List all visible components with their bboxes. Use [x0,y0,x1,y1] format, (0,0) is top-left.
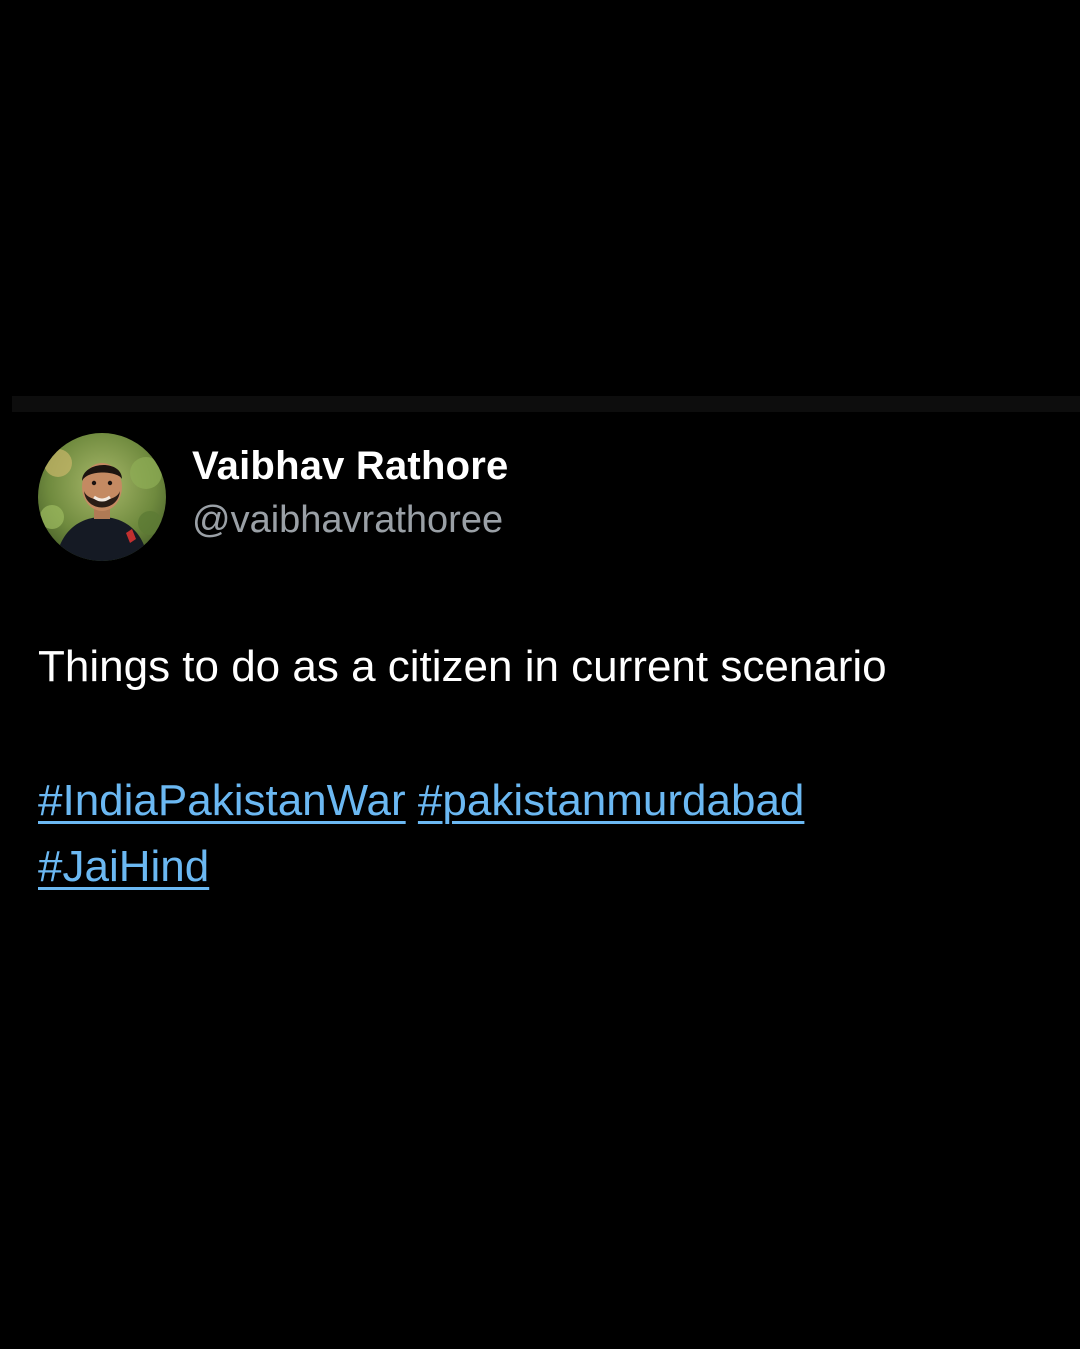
hashtag-link[interactable]: #IndiaPakistanWar [38,776,406,825]
author-names: Vaibhav Rathore @vaibhavrathoree [192,442,508,546]
avatar[interactable] [38,433,166,561]
tweet-header: Vaibhav Rathore @vaibhavrathoree [38,432,1038,562]
hashtag-link[interactable]: #JaiHind [38,842,209,891]
author-display-name[interactable]: Vaibhav Rathore [192,442,508,490]
tweet-card: Vaibhav Rathore @vaibhavrathoree Things … [38,432,1038,900]
tweet-hashtags: #IndiaPakistanWar #pakistanmurdabad #Jai… [38,768,1038,900]
top-divider [12,396,1080,412]
author-handle[interactable]: @vaibhavrathoree [192,494,508,546]
profile-photo-icon [38,433,166,561]
hashtag-link[interactable]: #pakistanmurdabad [418,776,804,825]
tweet-text: Things to do as a citizen in current sce… [38,642,887,691]
